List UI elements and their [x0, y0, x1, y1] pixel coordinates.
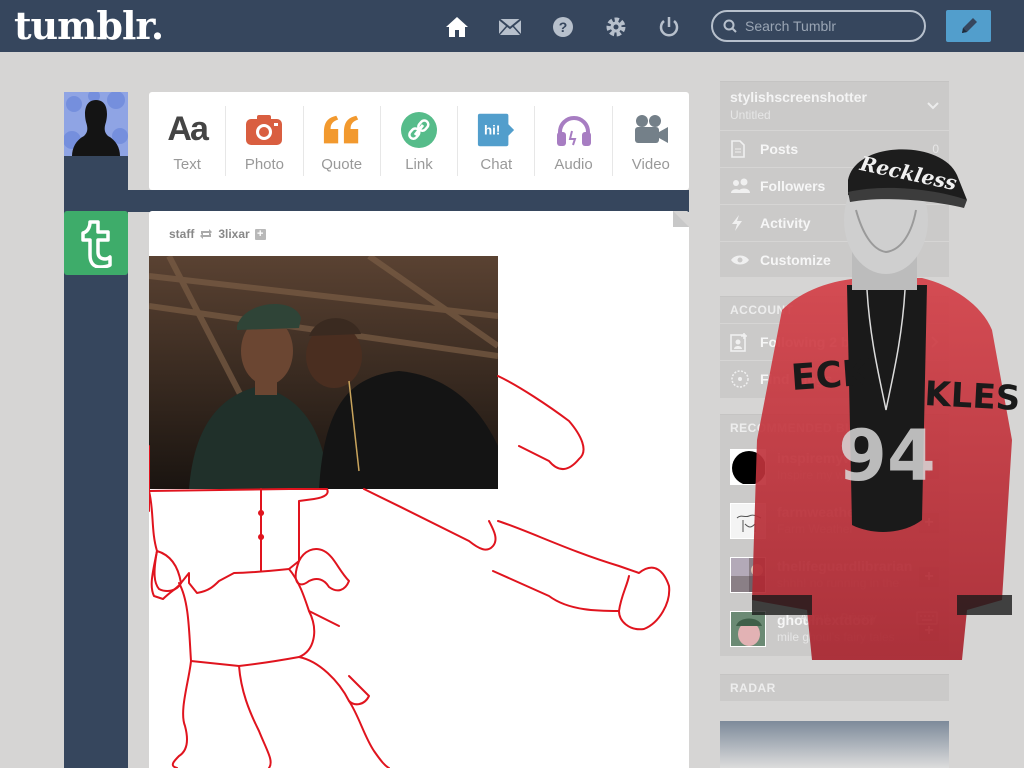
home-icon[interactable]: [444, 14, 470, 40]
sidebar-item-following[interactable]: Following 2 blogs: [720, 323, 949, 360]
search-bar[interactable]: [711, 10, 926, 42]
sidebar-footer-links: About Privacy: [800, 612, 877, 624]
svg-text:?: ?: [559, 19, 568, 35]
post-type-chat[interactable]: hi! Chat: [458, 106, 536, 176]
help-icon[interactable]: ?: [550, 14, 576, 40]
add-person-icon: [730, 332, 750, 352]
compass-icon: [730, 369, 750, 389]
radar-post-preview[interactable]: [720, 721, 949, 768]
tumblr-logo[interactable]: tumblr.: [14, 4, 164, 48]
chevron-right-icon: [931, 336, 939, 348]
chevron-down-icon[interactable]: [927, 102, 939, 110]
post-type-video[interactable]: Video: [613, 106, 689, 176]
blog-avatar: [730, 557, 766, 593]
dashboard-post: staff 3lixar +: [149, 211, 689, 768]
link-icon: [399, 110, 439, 150]
post-type-audio[interactable]: Audio: [535, 106, 613, 176]
account-section-title: ACCOUNT: [730, 303, 794, 317]
recommended-section-title: RECOMMENDED BLOGS: [730, 421, 882, 435]
camera-icon: [244, 110, 284, 150]
user-avatar[interactable]: [64, 92, 128, 156]
follow-plus-button[interactable]: +: [919, 459, 939, 479]
recommended-blog-item[interactable]: thelifeguardlibrarian shhh! no running i…: [720, 549, 949, 603]
recommended-blog-item[interactable]: farmweather Farm Weather +: [720, 495, 949, 549]
sidebar-item-customize[interactable]: Customize: [720, 241, 949, 278]
privacy-link[interactable]: Privacy: [841, 612, 877, 624]
eye-icon: [730, 254, 750, 266]
settings-gear-icon[interactable]: [603, 14, 629, 40]
headphones-icon: [554, 110, 594, 150]
post-type-link[interactable]: Link: [381, 106, 459, 176]
follow-plus-button[interactable]: +: [919, 567, 939, 587]
blog-avatar: [730, 449, 766, 485]
blog-menu-panel: stylishscreenshotter Untitled Posts 0 Fo…: [720, 81, 949, 277]
radar-panel: RADAR: [720, 674, 949, 701]
post-type-text[interactable]: Aa Text: [149, 106, 227, 176]
pencil-icon: [961, 18, 977, 33]
sidebar-item-activity[interactable]: Activity: [720, 204, 949, 241]
sidebar-item-posts[interactable]: Posts 0: [720, 130, 949, 167]
recommended-blog-item[interactable]: inspiremyweb Inspire my web +: [720, 441, 949, 495]
keyboard-shortcuts-icon[interactable]: [916, 611, 938, 625]
blog-avatar: [730, 503, 766, 539]
account-panel: ACCOUNT Following 2 blogs Find Blogs: [720, 296, 949, 398]
blog-avatar: [730, 611, 766, 647]
staff-blog-avatar[interactable]: [64, 211, 128, 275]
follow-plus-button[interactable]: +: [919, 513, 939, 533]
search-input[interactable]: [745, 18, 905, 34]
sidebar-item-find-blogs[interactable]: Find Blogs: [720, 360, 949, 397]
video-camera-icon: [631, 110, 671, 150]
text-icon: Aa: [167, 110, 208, 148]
blog-subtitle: Untitled: [730, 108, 771, 122]
search-icon: [723, 19, 737, 33]
document-icon: [730, 140, 750, 158]
compose-post-button[interactable]: [946, 10, 991, 42]
dashboard-divider: [64, 190, 689, 212]
post-type-photo[interactable]: Photo: [226, 106, 304, 176]
about-link[interactable]: About: [800, 612, 829, 624]
people-icon: [730, 178, 750, 194]
quote-icon: [322, 110, 362, 150]
blog-name[interactable]: stylishscreenshotter: [730, 89, 867, 105]
mail-icon[interactable]: [497, 14, 523, 40]
red-doodle-drawing: [149, 375, 671, 768]
tumblr-t-icon: [81, 220, 112, 268]
radar-section-title: RADAR: [730, 681, 776, 695]
post-type-bar: Aa Text Photo Quote Link hi! Chat Audio: [149, 92, 689, 190]
lightning-icon: [730, 214, 750, 232]
chat-icon: hi!: [476, 110, 516, 150]
posts-count: 0: [932, 142, 939, 156]
power-logout-icon[interactable]: [656, 14, 682, 40]
svg-text:hi!: hi!: [484, 122, 500, 137]
sidebar-item-followers[interactable]: Followers: [720, 167, 949, 204]
post-type-quote[interactable]: Quote: [304, 106, 381, 176]
top-header: tumblr. ?: [0, 0, 1024, 52]
